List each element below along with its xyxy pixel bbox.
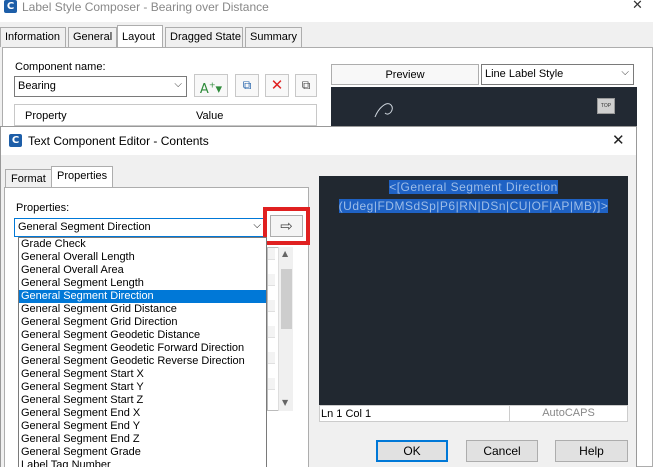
list-item[interactable]: General Segment End Z (19, 433, 266, 446)
editor-close-icon[interactable]: ✕ (612, 131, 625, 149)
delete-component-button[interactable]: ✕ (265, 74, 289, 97)
preview-style-combo[interactable]: Line Label Style ⌵ (481, 64, 634, 85)
composer-close-icon[interactable]: ✕ (632, 0, 643, 13)
list-item[interactable]: General Segment Geodetic Distance (19, 329, 266, 342)
editor-line-1: <[General Segment Direction (319, 180, 628, 194)
draw-order-button[interactable]: ⧉ (295, 74, 317, 97)
component-name-combo[interactable]: Bearing ⌵ (14, 76, 187, 97)
composer-title: Label Style Composer - Bearing over Dist… (22, 0, 269, 14)
composer-titlebar: C Label Style Composer - Bearing over Di… (0, 0, 653, 22)
scroll-up-icon[interactable]: ▲ (282, 249, 288, 258)
preview-style-value: Line Label Style (485, 68, 564, 80)
text-component-editor-dialog: C Text Component Editor - Contents ✕ For… (0, 126, 637, 467)
property-column-header: Property (25, 110, 67, 122)
cancel-button[interactable]: Cancel (466, 440, 538, 462)
list-item[interactable]: General Segment End Y (19, 420, 266, 433)
editor-status-bar: Ln 1 Col 1 AutoCAPS (319, 405, 628, 422)
list-item[interactable]: General Segment Grid Direction (19, 316, 266, 329)
list-item[interactable]: General Segment Start Z (19, 394, 266, 407)
preview-panel: Preview Line Label Style ⌵ TOP (331, 64, 637, 126)
tab-general[interactable]: General (68, 27, 117, 47)
list-item[interactable]: General Segment Length (19, 277, 266, 290)
delete-icon: ✕ (270, 76, 284, 94)
properties-selected-value: General Segment Direction (18, 221, 151, 233)
editor-titlebar: C Text Component Editor - Contents ✕ (1, 127, 636, 155)
list-item[interactable]: General Overall Area (19, 264, 266, 277)
list-item[interactable]: General Segment Geodetic Forward Directi… (19, 342, 266, 355)
scroll-down-icon[interactable]: ▼ (282, 398, 288, 407)
text-editor-area[interactable]: <[General Segment Direction (Udeg|FDMSdS… (319, 176, 628, 405)
list-item[interactable]: General Segment Geodetic Reverse Directi… (19, 355, 266, 368)
editor-text-line-1: <[General Segment Direction (389, 180, 558, 194)
app-icon: C (9, 134, 22, 147)
copy-component-button[interactable]: ⧉ (235, 74, 259, 97)
copy-component-icon: ⧉ (242, 78, 252, 92)
preview-tab[interactable]: Preview (331, 64, 479, 85)
list-item[interactable]: General Segment Start Y (19, 381, 266, 394)
ok-button[interactable]: OK (376, 440, 448, 462)
properties-label: Properties: (16, 202, 70, 214)
list-item[interactable]: General Segment Grid Distance (19, 303, 266, 316)
tab-format[interactable]: Format (5, 169, 52, 189)
autocaps-indicator[interactable]: AutoCAPS (509, 406, 627, 421)
cursor-position: Ln 1 Col 1 (321, 408, 372, 420)
arrow-right-icon: ⇨ (280, 217, 293, 235)
view-top-button[interactable]: TOP (597, 98, 615, 114)
editor-line-2: (Udeg|FDMSdSp|P6|RN|DSn|CU|OF|AP|MB)]> (319, 199, 628, 213)
scrollbar-thumb[interactable] (281, 269, 292, 329)
properties-scrollbar[interactable]: ▲ ▼ (278, 247, 293, 411)
list-item[interactable]: General Overall Length (19, 251, 266, 264)
list-item-selected[interactable]: General Segment Direction (19, 290, 266, 303)
insert-property-button[interactable]: ⇨ (270, 215, 303, 237)
text-add-icon: A+▾ (199, 81, 223, 98)
component-name-value: Bearing (18, 80, 56, 92)
draw-order-icon: ⧉ (301, 78, 311, 92)
value-column-header: Value (196, 110, 224, 122)
tab-properties[interactable]: Properties (51, 166, 114, 189)
list-item[interactable]: Label Tag Number (19, 459, 266, 467)
editor-text-line-2: (Udeg|FDMSdSp|P6|RN|DSn|CU|OF|AP|MB)]> (338, 199, 609, 213)
preview-label-sketch (374, 103, 393, 118)
property-grid-header: Property Value (14, 104, 317, 126)
list-item[interactable]: General Segment Start X (19, 368, 266, 381)
preview-canvas: TOP (331, 87, 637, 126)
tab-summary[interactable]: Summary (245, 27, 302, 47)
chevron-down-icon: ⌵ (621, 67, 629, 78)
tab-information[interactable]: Information (0, 27, 66, 47)
help-button[interactable]: Help (555, 440, 628, 462)
insert-property-callout: ⇨ (263, 207, 310, 245)
editor-title: Text Component Editor - Contents (28, 134, 209, 148)
list-item[interactable]: General Segment Grade (19, 446, 266, 459)
list-item[interactable]: Grade Check (19, 238, 266, 251)
list-item[interactable]: General Segment End X (19, 407, 266, 420)
chevron-down-icon: ⌵ (174, 79, 182, 90)
component-name-label: Component name: (15, 61, 106, 73)
properties-combo[interactable]: General Segment Direction ⌵ (14, 218, 266, 237)
app-icon: C (4, 0, 17, 13)
tab-dragged-state[interactable]: Dragged State (165, 27, 243, 47)
add-component-button[interactable]: A+▾ (194, 74, 228, 97)
chevron-down-icon: ⌵ (253, 220, 261, 231)
tab-layout[interactable]: Layout (117, 25, 163, 47)
properties-dropdown-list: Grade Check General Overall Length Gener… (18, 237, 267, 467)
